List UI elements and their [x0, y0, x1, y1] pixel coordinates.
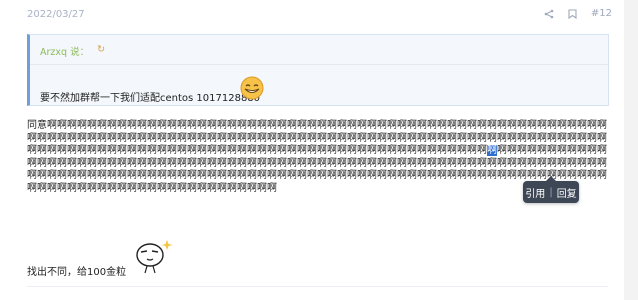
smiley-emoji-icon	[240, 76, 264, 100]
post-number-link[interactable]: #12	[591, 8, 612, 19]
post-body-text: 同意啊啊啊啊啊啊啊啊啊啊啊啊啊啊啊啊啊啊啊啊啊啊啊啊啊啊啊啊啊啊啊啊啊啊啊啊啊啊…	[27, 120, 607, 196]
quote-header: Arzxq 说： ↻	[30, 35, 608, 65]
closing-text: 找出不同，给100金粒	[27, 267, 127, 278]
page-scrollbar-track[interactable]	[624, 0, 638, 300]
share-icon[interactable]	[544, 9, 554, 19]
bookmark-icon[interactable]	[568, 8, 577, 19]
jump-to-quote-icon[interactable]: ↻	[97, 44, 105, 64]
meme-face-icon	[136, 240, 173, 274]
text-prefix: 同意	[27, 120, 47, 131]
selection-tooltip: 引用 | 回复	[523, 176, 579, 203]
post-divider	[27, 286, 608, 287]
post-date: 2022/03/27	[27, 9, 85, 20]
quote-author[interactable]: Arzxq 说：	[40, 44, 89, 64]
quote-selection-button[interactable]: 引用	[525, 185, 545, 200]
reply-selection-button[interactable]: 回复	[557, 185, 577, 200]
post-actions: #12	[544, 8, 612, 19]
selected-text: 啊	[487, 145, 497, 157]
quote-text: 要不然加群帮一下我们适配centos 1017128880	[40, 93, 261, 104]
tooltip-separator: |	[549, 186, 553, 198]
